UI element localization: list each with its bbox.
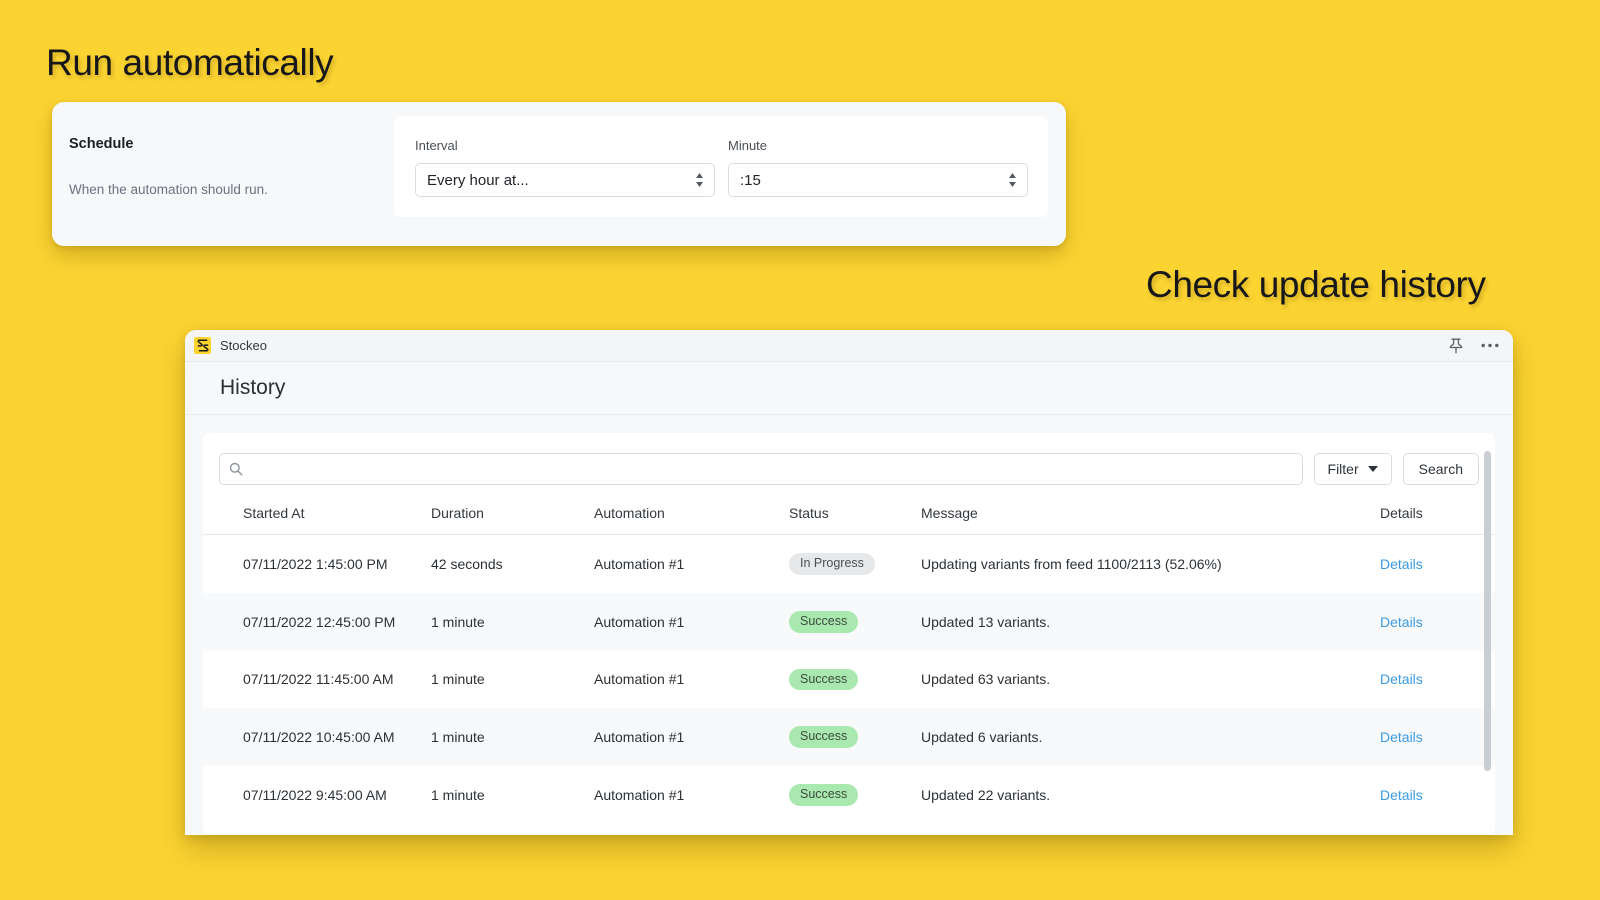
- page-title-check-update-history: Check update history: [1146, 264, 1486, 306]
- cell-automation: Automation #1: [594, 593, 789, 651]
- cell-started-at: 07/11/2022 11:45:00 AM: [203, 651, 431, 709]
- status-badge: Success: [789, 669, 858, 691]
- cell-started-at: 07/11/2022 12:45:00 PM: [203, 593, 431, 651]
- page-header: History: [185, 362, 1513, 415]
- schedule-label-block: Schedule When the automation should run.: [69, 136, 369, 197]
- column-header-automation[interactable]: Automation: [594, 497, 789, 535]
- details-link[interactable]: Details: [1380, 729, 1423, 745]
- cell-details: Details: [1380, 651, 1495, 709]
- history-table: Started At Duration Automation Status Me…: [203, 497, 1495, 824]
- minute-select[interactable]: :15: [728, 163, 1028, 197]
- details-link[interactable]: Details: [1380, 614, 1423, 630]
- minute-field-group: Minute :15: [728, 138, 1028, 197]
- cell-status: Success: [789, 593, 921, 651]
- column-header-status[interactable]: Status: [789, 497, 921, 535]
- search-button-label: Search: [1419, 461, 1463, 477]
- cell-details: Details: [1380, 535, 1495, 593]
- app-titlebar: Stockeo: [185, 330, 1513, 362]
- status-badge: Success: [789, 784, 858, 806]
- cell-automation: Automation #1: [594, 651, 789, 709]
- history-table-body: 07/11/2022 1:45:00 PM42 secondsAutomatio…: [203, 535, 1495, 824]
- cell-status: Success: [789, 766, 921, 824]
- filter-button[interactable]: Filter: [1314, 453, 1392, 485]
- schedule-description: When the automation should run.: [69, 182, 369, 197]
- column-header-duration[interactable]: Duration: [431, 497, 594, 535]
- details-link[interactable]: Details: [1380, 787, 1423, 803]
- cell-message: Updating variants from feed 1100/2113 (5…: [921, 535, 1380, 593]
- search-input-wrapper: [219, 453, 1303, 485]
- history-table-head: Started At Duration Automation Status Me…: [203, 497, 1495, 535]
- cell-automation: Automation #1: [594, 766, 789, 824]
- status-badge: Success: [789, 726, 858, 748]
- cell-status: Success: [789, 708, 921, 766]
- caret-down-icon: [1368, 466, 1378, 472]
- minute-label: Minute: [728, 138, 1028, 153]
- filter-button-label: Filter: [1328, 461, 1359, 477]
- cell-message: Updated 6 variants.: [921, 708, 1380, 766]
- search-button[interactable]: Search: [1403, 453, 1479, 485]
- column-header-message[interactable]: Message: [921, 497, 1380, 535]
- page-title-run-automatically: Run automatically: [46, 42, 333, 84]
- cell-message: Updated 22 variants.: [921, 766, 1380, 824]
- table-row[interactable]: 07/11/2022 1:45:00 PM42 secondsAutomatio…: [203, 535, 1495, 593]
- cell-duration: 1 minute: [431, 651, 594, 709]
- interval-select-value: Every hour at...: [427, 172, 529, 189]
- history-card: Filter Search Started At Duration Automa…: [203, 433, 1495, 834]
- interval-select[interactable]: Every hour at...: [415, 163, 715, 197]
- cell-details: Details: [1380, 708, 1495, 766]
- cell-automation: Automation #1: [594, 708, 789, 766]
- cell-details: Details: [1380, 766, 1495, 824]
- cell-message: Updated 13 variants.: [921, 593, 1380, 651]
- cell-details: Details: [1380, 593, 1495, 651]
- schedule-title: Schedule: [69, 136, 369, 152]
- details-link[interactable]: Details: [1380, 556, 1423, 572]
- cell-duration: 42 seconds: [431, 535, 594, 593]
- status-badge: In Progress: [789, 553, 875, 575]
- table-row[interactable]: 07/11/2022 10:45:00 AM1 minuteAutomation…: [203, 708, 1495, 766]
- table-row[interactable]: 07/11/2022 11:45:00 AM1 minuteAutomation…: [203, 651, 1495, 709]
- cell-started-at: 07/11/2022 9:45:00 AM: [203, 766, 431, 824]
- app-name-label: Stockeo: [220, 338, 267, 353]
- cell-status: Success: [789, 651, 921, 709]
- table-row[interactable]: 07/11/2022 9:45:00 AM1 minuteAutomation …: [203, 766, 1495, 824]
- status-badge: Success: [789, 611, 858, 633]
- table-row[interactable]: 07/11/2022 12:45:00 PM1 minuteAutomation…: [203, 593, 1495, 651]
- stepper-arrows-icon: [695, 173, 704, 187]
- search-icon: [229, 462, 243, 476]
- stockeo-app-window: Stockeo History: [185, 330, 1513, 835]
- interval-field-group: Interval Every hour at...: [415, 138, 715, 197]
- more-horizontal-icon[interactable]: [1481, 343, 1499, 348]
- details-link[interactable]: Details: [1380, 671, 1423, 687]
- interval-label: Interval: [415, 138, 715, 153]
- page-title: History: [220, 376, 285, 400]
- stockeo-logo-icon: [194, 337, 211, 354]
- minute-select-value: :15: [740, 172, 761, 189]
- cell-duration: 1 minute: [431, 593, 594, 651]
- pin-icon[interactable]: [1449, 338, 1463, 354]
- cell-status: In Progress: [789, 535, 921, 593]
- search-toolbar: Filter Search: [203, 433, 1495, 485]
- cell-duration: 1 minute: [431, 766, 594, 824]
- stepper-arrows-icon: [1008, 173, 1017, 187]
- cell-duration: 1 minute: [431, 708, 594, 766]
- cell-started-at: 07/11/2022 1:45:00 PM: [203, 535, 431, 593]
- content-scrollbar[interactable]: [1484, 451, 1491, 834]
- cell-automation: Automation #1: [594, 535, 789, 593]
- cell-message: Updated 63 variants.: [921, 651, 1380, 709]
- search-input[interactable]: [219, 453, 1303, 485]
- table-header-row: Started At Duration Automation Status Me…: [203, 497, 1495, 535]
- schedule-card: Schedule When the automation should run.…: [52, 102, 1066, 246]
- schedule-fields-panel: Interval Every hour at... Minute :15: [394, 116, 1048, 217]
- column-header-started-at[interactable]: Started At: [203, 497, 431, 535]
- content-scrollbar-thumb[interactable]: [1484, 451, 1491, 771]
- cell-started-at: 07/11/2022 10:45:00 AM: [203, 708, 431, 766]
- content-area: Filter Search Started At Duration Automa…: [185, 415, 1513, 834]
- column-header-details[interactable]: Details: [1380, 497, 1495, 535]
